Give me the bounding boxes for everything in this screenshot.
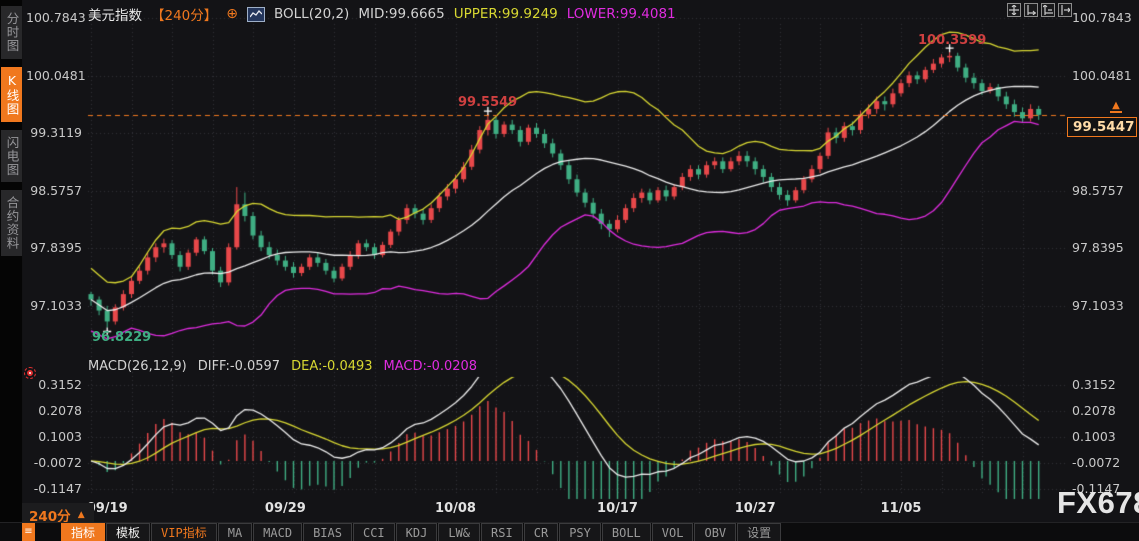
toolbar-item-obv[interactable]: OBV <box>694 523 737 541</box>
toolbar-item-rsi[interactable]: RSI <box>481 523 523 541</box>
boll-lower-value: LOWER:99.4081 <box>566 6 676 22</box>
indicator-toolbar: ≡ 指标 模板 VIP指标 MA MACD BIAS CCI KDJ LW& R… <box>0 522 1139 541</box>
sidebar: 分时图 K线图 闪电图 合约资料 <box>0 0 22 541</box>
symbol-name: 美元指数 <box>88 8 142 24</box>
add-circle-icon[interactable]: ⊕ <box>226 6 238 22</box>
toolbar-item-macd[interactable]: MACD <box>253 523 303 541</box>
annotation-swing-low: 96.8229 <box>92 330 152 345</box>
hotspot-marker-icon[interactable] <box>24 367 36 379</box>
collapse-right-icon[interactable] <box>1058 3 1072 17</box>
toolbar-item-boll[interactable]: BOLL <box>601 523 651 541</box>
toolbar-item-lw[interactable]: LW& <box>438 523 481 541</box>
sidebar-item-contract-info[interactable]: 合约资料 <box>0 190 22 256</box>
toolbar-item-templates[interactable]: 模板 <box>106 523 151 541</box>
chart-header: 美元指数 【240分】 ⊕ BOLL(20,2) MID:99.6665 UPP… <box>88 4 676 24</box>
chart-corner-controls <box>1007 3 1072 17</box>
boll-upper-value: UPPER:99.9249 <box>453 6 558 22</box>
fit-x-axis-icon[interactable] <box>1041 3 1055 17</box>
macd-title: MACD(26,12,9) <box>88 359 187 374</box>
sidebar-item-flash-chart[interactable]: 闪电图 <box>0 129 22 182</box>
toolbar-item-settings[interactable]: 设置 <box>737 523 782 541</box>
macd-dea-value: DEA:-0.0493 <box>291 359 373 374</box>
sidebar-item-kline-chart[interactable]: K线图 <box>0 66 22 122</box>
boll-indicator-label: BOLL(20,2) <box>274 6 350 22</box>
toolbar-item-vip-indicators[interactable]: VIP指标 <box>151 523 217 541</box>
candlestick-chart-canvas[interactable] <box>0 0 1139 541</box>
toolbar-item-psy[interactable]: PSY <box>559 523 601 541</box>
macd-diff-value: DIFF:-0.0597 <box>197 359 281 374</box>
period-label: 【240分】 <box>151 8 218 24</box>
move-icon[interactable] <box>1007 3 1021 17</box>
chevron-up-icon: ▲ <box>77 510 85 520</box>
toolbar-item-cci[interactable]: CCI <box>352 523 395 541</box>
last-price-tag: 99.5447 <box>1067 117 1137 137</box>
fx678-watermark: FX678 <box>1057 485 1139 520</box>
toolbar-item-bias[interactable]: BIAS <box>303 523 352 541</box>
toolbar-item-ma[interactable]: MA <box>217 523 253 541</box>
annotation-swing-high: 99.5549 <box>458 95 518 110</box>
macd-header: MACD(26,12,9) DIFF:-0.0597 DEA:-0.0493 M… <box>88 359 477 374</box>
toolbar-item-indicators[interactable]: 指标 <box>61 523 106 541</box>
price-marker-icon: ▲ <box>1110 101 1122 113</box>
menu-icon[interactable]: ≡ <box>22 523 35 541</box>
mini-chart-icon[interactable] <box>247 6 266 22</box>
toolbar-item-kdj[interactable]: KDJ <box>395 523 438 541</box>
fit-y-axis-icon[interactable] <box>1024 3 1038 17</box>
macd-macd-value: MACD:-0.0208 <box>383 359 478 374</box>
boll-mid-value: MID:99.6665 <box>358 6 445 22</box>
toolbar-item-vol[interactable]: VOL <box>651 523 694 541</box>
toolbar-item-cr[interactable]: CR <box>523 523 559 541</box>
annotation-peak-high: 100.3599 <box>918 33 987 48</box>
sidebar-item-time-chart[interactable]: 分时图 <box>0 6 22 59</box>
